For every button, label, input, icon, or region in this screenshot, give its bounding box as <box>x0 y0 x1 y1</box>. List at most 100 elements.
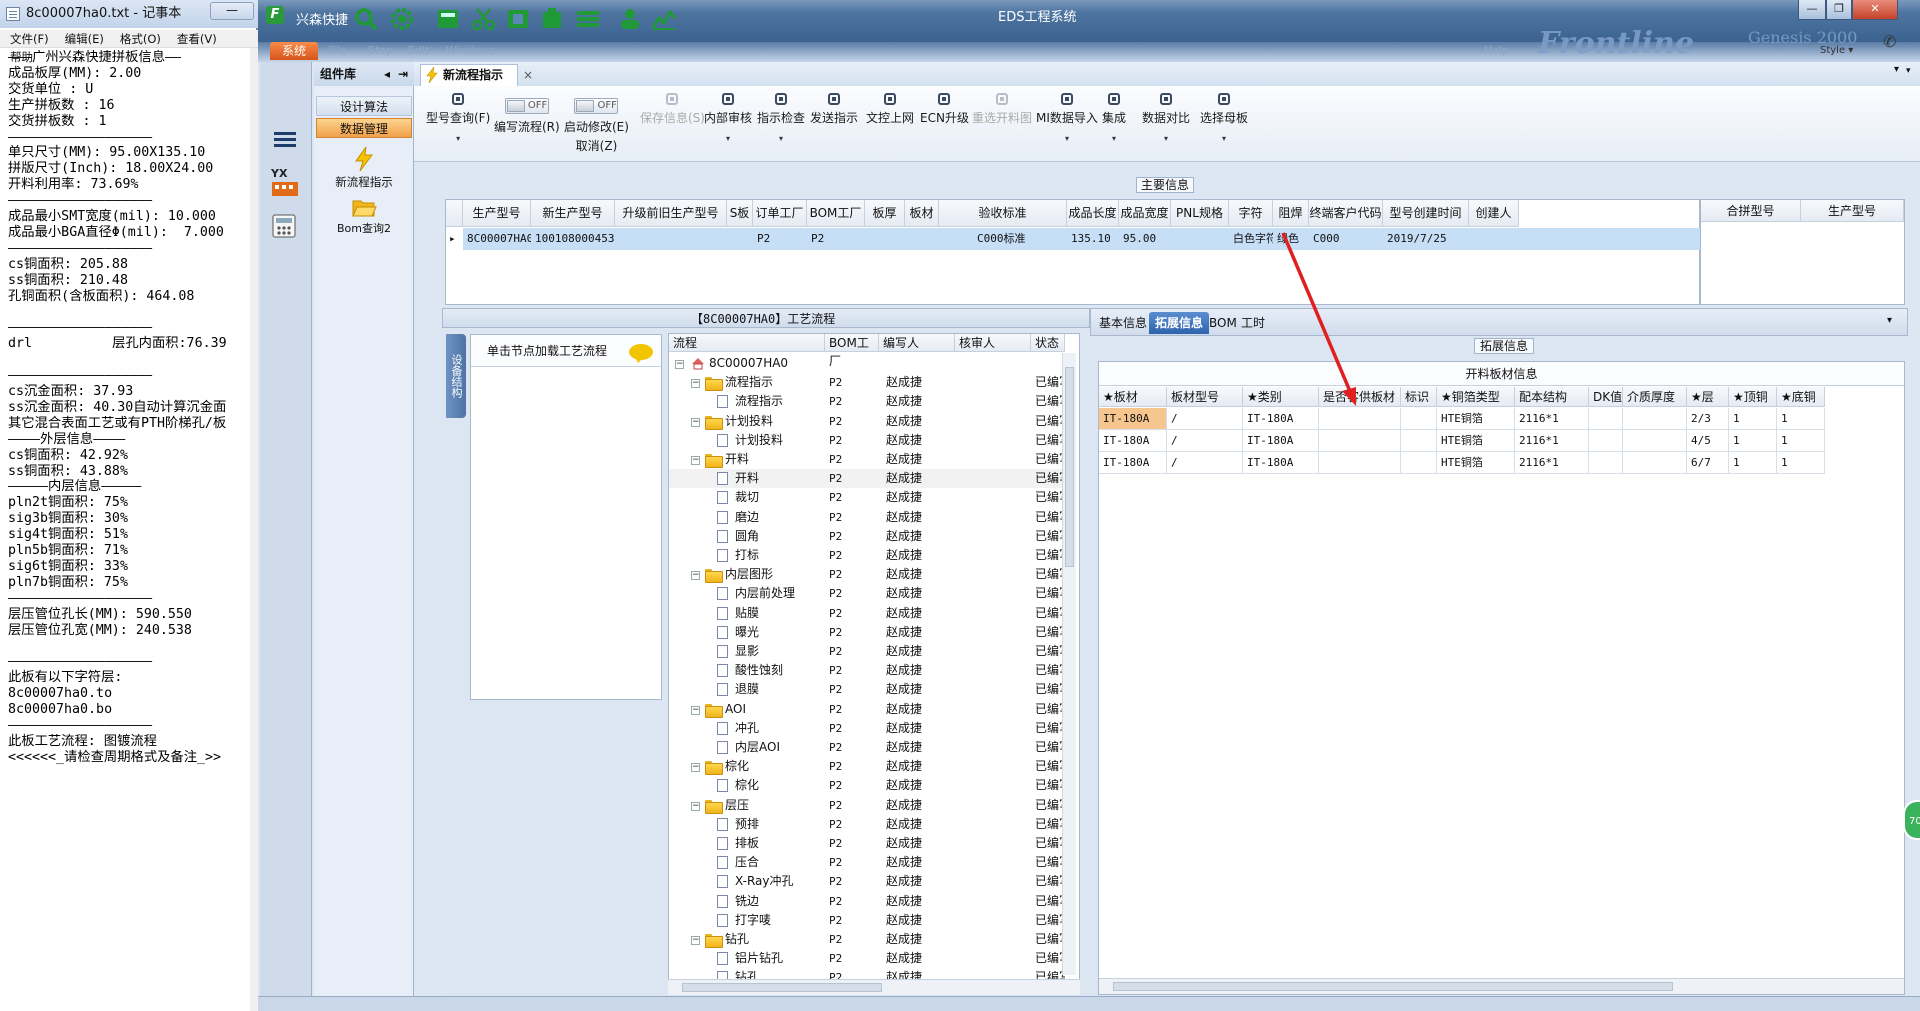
menu-view[interactable]: 查看(V) <box>171 30 223 48</box>
material-col-header[interactable]: ★板材 <box>1099 387 1167 407</box>
material-cell[interactable]: IT-180A <box>1099 452 1167 474</box>
material-cell[interactable] <box>1623 408 1687 430</box>
model-query-button[interactable]: 型号查询(F) ▾ <box>426 92 490 143</box>
tree-row[interactable]: 预排 P2 赵成捷 已编写 <box>669 815 1065 834</box>
maximize-button[interactable]: ❐ <box>1826 0 1852 20</box>
dropdown-arrow-icon[interactable]: ▾ <box>1102 134 1126 143</box>
tree-row[interactable]: 贴膜 P2 赵成捷 已编写 <box>669 604 1065 623</box>
tree-row[interactable]: 冲孔 P2 赵成捷 已编写 <box>669 719 1065 738</box>
main-col-header[interactable]: 终端客户代码 <box>1309 200 1383 227</box>
material-cell[interactable]: 2116*1 <box>1515 452 1589 474</box>
pin-icon[interactable]: ⇥ <box>398 62 408 86</box>
tree-row[interactable]: 磨边 P2 赵成捷 已编写 <box>669 508 1065 527</box>
cancel-label[interactable]: 取消(Z) <box>564 137 629 154</box>
top-pane-dropdown[interactable]: ▾ <box>1904 62 1918 302</box>
tree-row[interactable]: X-Ray冲孔 P2 赵成捷 已编写 <box>669 872 1065 891</box>
dropdown-arrow-icon[interactable]: ▾ <box>757 134 805 143</box>
material-cell[interactable] <box>1401 430 1437 452</box>
collapse-icon[interactable]: − <box>691 417 700 427</box>
tree-col-header[interactable]: 流程 <box>669 334 825 352</box>
tree-row[interactable]: 排板 P2 赵成捷 已编写 <box>669 834 1065 853</box>
material-col-header[interactable]: ★铜箔类型 <box>1437 387 1515 407</box>
dropdown-arrow-icon[interactable]: ▾ <box>1036 134 1098 143</box>
tree-row[interactable]: 流程指示 P2 赵成捷 已编写 <box>669 392 1065 411</box>
material-cell[interactable] <box>1623 452 1687 474</box>
doc-online-button[interactable]: 文控上网 <box>866 92 914 126</box>
dropdown-arrow-icon[interactable]: ▾ <box>1200 134 1248 143</box>
write-flow-button[interactable]: OFF 编写流程(R) <box>494 92 560 135</box>
send-instruction-button[interactable]: 发送指示 <box>810 92 858 126</box>
tree-row[interactable]: − 层压 P2 赵成捷 已编写 <box>669 796 1065 815</box>
vertical-tab-equipment[interactable]: 设备结构 <box>446 334 466 418</box>
tree-row[interactable]: − 开料 P2 赵成捷 已编写 <box>669 450 1065 469</box>
tree-row[interactable]: 棕化 P2 赵成捷 已编写 <box>669 776 1065 795</box>
menu-edit[interactable]: 编辑(E) <box>59 30 110 48</box>
tree-col-header[interactable]: 状态 <box>1031 334 1065 352</box>
bom-query-item[interactable]: Bom查询2 <box>314 196 414 242</box>
material-cell[interactable]: IT-180A <box>1099 430 1167 452</box>
design-algorithm-button[interactable]: 设计算法 <box>316 96 412 116</box>
material-col-header[interactable]: 板材型号 <box>1167 387 1243 407</box>
close-button[interactable]: ✕ <box>1852 0 1898 20</box>
main-col-header[interactable]: 成品宽度 <box>1119 200 1171 227</box>
main-col-header[interactable]: 验收标准 <box>939 200 1067 227</box>
material-col-header[interactable]: DK值 <box>1589 387 1623 407</box>
tree-hscroll-thumb[interactable] <box>682 983 882 992</box>
tree-row[interactable]: 退膜 P2 赵成捷 已编写 <box>669 680 1065 699</box>
chart-icon[interactable] <box>650 6 678 32</box>
calculator-icon[interactable] <box>270 212 300 242</box>
collapse-icon[interactable]: − <box>691 705 700 715</box>
tree-col-header[interactable]: 编写人 <box>879 334 955 352</box>
material-col-header[interactable]: 标识 <box>1401 387 1437 407</box>
material-cell[interactable]: 2116*1 <box>1515 430 1589 452</box>
start-edit-button[interactable]: OFF 启动修改(E) 取消(Z) <box>564 92 629 154</box>
style-dropdown[interactable]: Style ▾ <box>1820 45 1853 56</box>
material-col-header[interactable]: ★类别 <box>1243 387 1319 407</box>
tree-row[interactable]: − 棕化 P2 赵成捷 已编写 <box>669 757 1065 776</box>
data-management-button[interactable]: 数据管理 <box>316 118 412 138</box>
tree-row[interactable]: 内层前处理 P2 赵成捷 已编写 <box>669 584 1065 603</box>
main-col-header[interactable]: 成品长度 <box>1067 200 1119 227</box>
tree-col-header[interactable]: BOM工厂 <box>825 334 879 368</box>
notepad-text-area[interactable]: ———广州兴森快捷拼板信息—— 成品板厚(MM): 2.00 交货单位 : U … <box>8 50 256 1008</box>
tree-row[interactable]: 内层AOI P2 赵成捷 已编写 <box>669 738 1065 757</box>
main-col-header[interactable]: 板厚 <box>865 200 905 227</box>
notepad-minimize-button[interactable]: — <box>210 2 254 20</box>
integrate-button[interactable]: 集成 ▾ <box>1102 92 1126 143</box>
material-cell[interactable] <box>1589 452 1623 474</box>
notepad-scrollbar[interactable] <box>250 48 258 1011</box>
toggle-switch[interactable]: OFF <box>504 98 549 114</box>
dropdown-arrow-icon[interactable]: ▾ <box>1142 134 1190 143</box>
main-col-header[interactable]: 创建人 <box>1469 200 1519 227</box>
row-selector-icon[interactable]: ▸ <box>446 228 463 250</box>
collapse-icon[interactable]: − <box>675 360 684 369</box>
material-cell[interactable]: 6/7 <box>1687 452 1729 474</box>
tree-row[interactable]: 裁切 P2 赵成捷 已编写 <box>669 488 1065 507</box>
material-cell[interactable] <box>1319 452 1401 474</box>
material-cell[interactable]: IT-180A <box>1243 408 1319 430</box>
material-col-header[interactable]: 是否客供板材 <box>1319 387 1401 407</box>
collapse-left-icon[interactable]: ◂ <box>384 62 390 86</box>
tab-list-dropdown-icon[interactable]: ▾ <box>1894 64 1899 75</box>
tree-col-header[interactable]: 核审人 <box>955 334 1031 352</box>
material-cell[interactable] <box>1589 430 1623 452</box>
material-cell[interactable]: 4/5 <box>1687 430 1729 452</box>
tree-row[interactable]: 酸性蚀刻 P2 赵成捷 已编写 <box>669 661 1065 680</box>
main-col-header[interactable]: 订单工厂 <box>753 200 807 227</box>
tree-row[interactable]: 打字唛 P2 赵成捷 已编写 <box>669 911 1065 930</box>
tree-row[interactable]: 压合 P2 赵成捷 已编写 <box>669 853 1065 872</box>
tree-row[interactable]: − AOI P2 赵成捷 已编写 <box>669 700 1065 719</box>
check-instruction-button[interactable]: 指示检查 ▾ <box>757 92 805 143</box>
user-icon[interactable] <box>616 6 644 32</box>
main-col-header[interactable]: 字符 <box>1229 200 1273 227</box>
gear-icon[interactable] <box>388 6 416 32</box>
material-col-header[interactable]: ★层 <box>1687 387 1729 407</box>
material-col-header[interactable]: 配本结构 <box>1515 387 1589 407</box>
tree-row[interactable]: − 计划投料 P2 赵成捷 已编写 <box>669 412 1065 431</box>
tab-new-process[interactable]: 新流程指示 × <box>420 64 533 86</box>
mi-import-button[interactable]: MI数据导入 ▾ <box>1036 92 1098 143</box>
material-col-header[interactable]: ★底铜 <box>1777 387 1825 407</box>
material-cell[interactable] <box>1401 408 1437 430</box>
right-tabs-dropdown-icon[interactable]: ▾ <box>1887 315 1892 326</box>
material-cell[interactable] <box>1319 430 1401 452</box>
